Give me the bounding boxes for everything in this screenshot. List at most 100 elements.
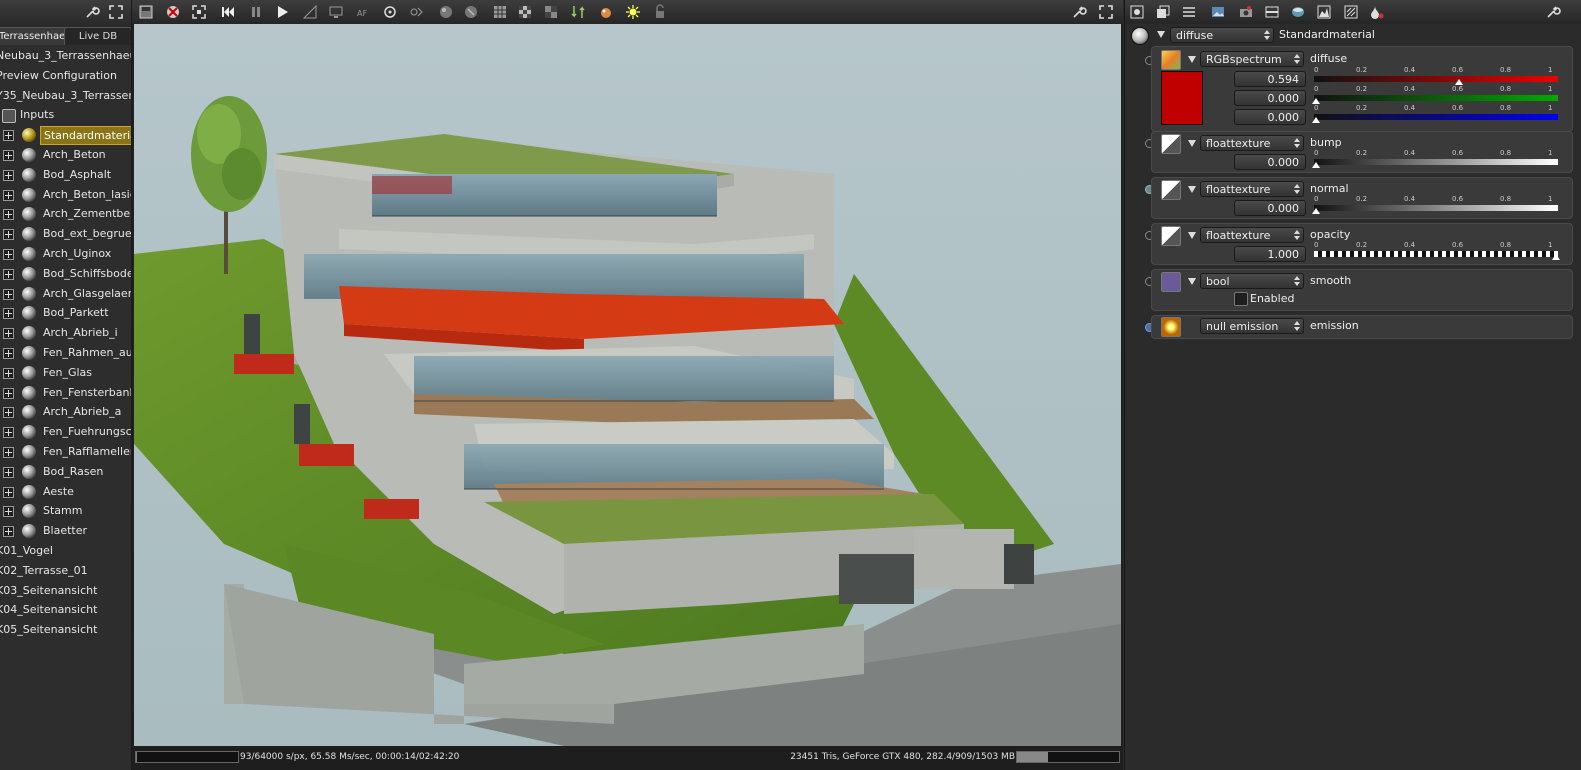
tree-item[interactable]: Y35_Neubau_3_Terrassenha <box>0 86 131 106</box>
expand-icon[interactable] <box>3 486 14 498</box>
alpha-icon[interactable] <box>543 4 559 20</box>
expand-icon[interactable] <box>3 506 14 518</box>
wrench-icon[interactable] <box>84 4 100 20</box>
tree-item[interactable]: Neubau_3_Terrassenhaeuser <box>0 46 131 66</box>
render-target-icon[interactable] <box>1129 4 1145 20</box>
expand-icon[interactable] <box>3 189 14 201</box>
film-icon[interactable] <box>1264 4 1280 20</box>
tree-item[interactable]: K01_Vogel <box>0 541 131 561</box>
pin-selector[interactable]: diffuse <box>1170 27 1274 43</box>
tree-item-material[interactable]: Fen_Fuehrungschiene <box>0 422 131 442</box>
collapse-icon[interactable] <box>1188 278 1196 285</box>
grid-icon[interactable] <box>492 4 508 20</box>
diffuse-r-slider[interactable]: 0 0.2 0.4 0.6 0.8 1 <box>1314 66 1558 87</box>
tree-item[interactable]: K04_Seitenansicht <box>0 600 131 620</box>
tree-item[interactable]: K05_Seitenansicht <box>0 620 131 640</box>
material-drop-icon[interactable] <box>1369 4 1385 20</box>
tree-item-material[interactable]: Bod_ext_begruent <box>0 224 131 244</box>
histogram-icon[interactable] <box>1316 4 1332 20</box>
expand-icon[interactable] <box>3 150 14 161</box>
texture-icon[interactable] <box>1343 4 1359 20</box>
tree-item-material[interactable]: Arch_Uginox <box>0 244 131 264</box>
expand-icon[interactable] <box>3 249 14 260</box>
maximize-icon[interactable] <box>108 4 124 20</box>
tree-item-material[interactable]: Bod_Parkett <box>0 303 131 323</box>
diffuse-type-selector[interactable]: RGBspectrum <box>1200 51 1304 67</box>
expand-icon[interactable] <box>3 268 14 280</box>
normal-type-selector[interactable]: floattexture <box>1200 181 1304 197</box>
tree-item-material[interactable]: Aeste <box>0 482 131 502</box>
wrench-icon[interactable] <box>1545 4 1561 20</box>
expand-icon[interactable] <box>3 169 14 181</box>
expand-icon[interactable] <box>3 308 14 320</box>
fit-view-icon[interactable] <box>191 4 207 20</box>
expand-icon[interactable] <box>3 209 14 221</box>
tree-item-material[interactable]: Blaetter <box>0 521 131 541</box>
maximize-icon[interactable] <box>1098 4 1114 20</box>
slider-thumb[interactable] <box>1312 208 1320 214</box>
tree-item[interactable]: K02_Terrasse_01 <box>0 561 131 581</box>
tree-item-material[interactable]: Bod_Asphalt <box>0 165 131 185</box>
tab-live-db[interactable]: Live DB <box>64 27 131 45</box>
normal-slider[interactable]: 0 0.2 0.4 0.6 0.8 1 <box>1312 195 1558 216</box>
tree-item-material[interactable]: Fen_Rahmen_aussen <box>0 343 131 363</box>
collapse-icon[interactable] <box>1188 186 1196 193</box>
tree-item-material[interactable]: Arch_Abrieb_a <box>0 402 131 422</box>
opacity-slider[interactable]: 0 0.2 0.4 0.6 0.8 1 <box>1314 241 1560 262</box>
expand-icon[interactable] <box>3 447 14 458</box>
tree-item-material[interactable]: Stamm <box>0 501 131 521</box>
list-icon[interactable] <box>1181 4 1197 20</box>
smooth-type-selector[interactable]: bool <box>1200 273 1304 289</box>
geometry-icon[interactable] <box>1155 4 1171 20</box>
object-picker-icon[interactable] <box>463 4 479 20</box>
diffuse-g-slider[interactable]: 0 0.2 0.4 0.6 0.8 1 <box>1312 85 1558 106</box>
play-icon[interactable] <box>274 4 290 20</box>
material-picker-icon[interactable] <box>438 4 454 20</box>
diffuse-b-value[interactable]: 0.000 <box>1234 109 1306 125</box>
slider-track[interactable] <box>1314 95 1558 101</box>
display-icon[interactable] <box>328 4 344 20</box>
clear-render-icon[interactable] <box>165 4 181 20</box>
slider-track[interactable] <box>1314 76 1558 82</box>
opacity-value[interactable]: 1.000 <box>1234 246 1306 262</box>
expand-icon[interactable] <box>3 130 14 142</box>
expand-icon[interactable] <box>3 288 14 300</box>
bump-type-selector[interactable]: floattexture <box>1200 135 1304 151</box>
diffuse-g-value[interactable]: 0.000 <box>1234 90 1306 106</box>
color-picker-icon[interactable] <box>598 4 614 20</box>
tree-item-material[interactable]: Standardmaterial <box>0 125 131 146</box>
image-icon[interactable] <box>1210 4 1226 20</box>
bump-slider[interactable]: 0 0.2 0.4 0.6 0.8 1 <box>1312 149 1558 170</box>
collapse-icon[interactable] <box>1188 56 1196 63</box>
autofocus-icon[interactable]: AF <box>356 4 372 20</box>
slider-thumb[interactable] <box>1312 162 1320 168</box>
tree-item-material[interactable]: Arch_Abrieb_i <box>0 323 131 343</box>
material-preview-icon[interactable] <box>1131 27 1149 45</box>
collapse-icon[interactable] <box>1188 232 1196 239</box>
slider-track[interactable] <box>1314 251 1558 257</box>
expand-icon[interactable] <box>3 348 14 359</box>
tree-item[interactable]: Preview Configuration <box>0 66 131 86</box>
light-icon[interactable] <box>625 4 641 20</box>
tab-scene[interactable]: Terrassenhaeus... <box>0 27 68 45</box>
tree-item[interactable]: K03_Seitenansicht <box>0 581 131 601</box>
expand-icon[interactable] <box>3 229 14 241</box>
save-render-icon[interactable] <box>138 4 154 20</box>
tree-item-material[interactable]: Arch_Beton_lasiert <box>0 185 131 205</box>
diffuse-b-slider[interactable]: 0 0.2 0.4 0.6 0.8 1 <box>1312 104 1558 125</box>
slider-track[interactable] <box>1314 205 1558 211</box>
tree-item-material[interactable]: Fen_Rafflamellen <box>0 442 131 462</box>
ruler-icon[interactable] <box>302 4 318 20</box>
render-image[interactable] <box>134 24 1121 746</box>
focus-picker-icon[interactable] <box>382 4 398 20</box>
diffuse-color-swatch[interactable] <box>1161 71 1203 125</box>
tree-item-material[interactable]: Bod_Schiffsboden <box>0 264 131 284</box>
bump-value[interactable]: 0.000 <box>1234 154 1306 170</box>
expand-icon[interactable] <box>3 367 14 379</box>
camera-icon[interactable] <box>1238 4 1254 20</box>
restart-icon[interactable] <box>220 4 236 20</box>
expand-icon[interactable] <box>3 328 14 340</box>
expand-icon[interactable] <box>3 407 14 419</box>
checker-icon[interactable] <box>517 4 533 20</box>
export-passes-icon[interactable] <box>570 4 586 20</box>
